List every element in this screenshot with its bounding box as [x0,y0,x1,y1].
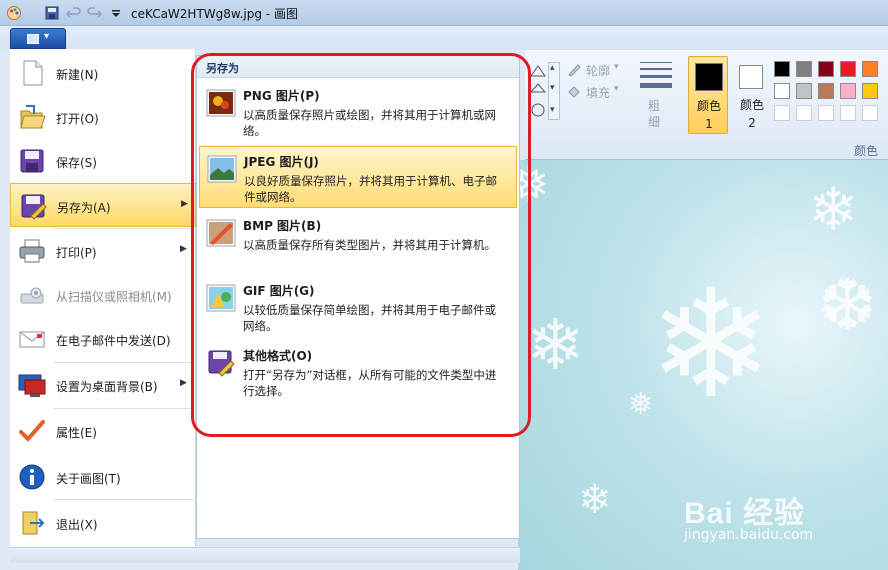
color-2-label: 颜色 2 [739,98,764,130]
color-2-button[interactable]: 颜色 2 [734,56,770,134]
palette-swatch[interactable] [862,83,878,99]
chevron-down-icon: ▾ [44,31,50,42]
snowflake-icon: ❄ [526,304,585,386]
palette-swatch[interactable] [840,61,856,77]
menu-item-from-scanner[interactable]: 从扫描仪或照相机(M) [10,273,196,317]
paint-app-icon[interactable] [6,5,22,21]
fill-chevron-icon: ▾ [614,84,619,94]
color-1-label: 颜色 1 [696,99,721,131]
palette-empty-swatch[interactable] [774,105,790,121]
exit-icon [22,511,45,535]
palette-empty-swatch[interactable] [840,105,856,121]
size-line-thin [640,62,672,63]
watermark-url: jingyan.baidu.com [684,527,814,543]
expand-gallery-icon: ▾ [550,105,555,115]
palette-empty-swatch[interactable] [796,105,812,121]
application-menu: 新建(N) 打开(O) 保存(S) 另存为(A) ▶ 打印(P) ▶ 从扫描仪或… [10,49,196,547]
palette-empty-swatch[interactable] [862,105,878,121]
colors-group-label: 颜色 [854,144,879,158]
checkmark-icon [19,420,45,442]
palette-swatch[interactable] [774,61,790,77]
watermark-logo: Bai 经验 [684,497,806,530]
annotation-highlight-ring [191,53,531,437]
shapes-gallery-icon[interactable] [528,62,550,122]
menu-item-print[interactable]: 打印(P) ▶ [10,229,196,273]
submenu-arrow-icon: ▶ [180,378,187,388]
size-label: 粗细 [648,99,661,129]
menu-item-save[interactable]: 保存(S) [10,139,196,183]
snowflake-icon: ❄ [578,477,612,523]
customize-quick-access-icon[interactable] [108,5,124,21]
palette-swatch[interactable] [774,83,790,99]
outline-button[interactable]: 轮廓 [586,62,610,79]
info-icon [19,464,45,490]
application-menu-footer [10,547,520,563]
palette-swatch[interactable] [796,83,812,99]
menu-icon [27,34,39,44]
snowflake-icon: ❆ [818,264,877,346]
new-document-icon [23,60,43,86]
size-button[interactable]: 粗细 [636,56,676,130]
menu-item-send-email[interactable]: 在电子邮件中发送(D) [10,317,196,361]
menu-item-properties[interactable]: 属性(E) [10,409,196,453]
ribbon-tab-bar [0,26,888,50]
outline-icon [568,64,581,77]
menu-separator [54,499,194,500]
menu-item-open[interactable]: 打开(O) [10,95,196,139]
palette-swatch[interactable] [796,61,812,77]
snowflake-icon: ❄ [808,175,859,245]
menu-item-new[interactable]: 新建(N) [10,51,196,95]
floppy-save-icon [20,149,44,173]
color-2-swatch [739,65,763,89]
shapes-scroll[interactable]: ▴ ▾ ▾ [548,62,560,120]
redo-icon[interactable] [86,5,102,21]
size-line-thickest [640,83,672,88]
title-bar: ceKCaW2HTWg8w.jpg - 画图 [0,0,888,26]
paint-menu-button[interactable]: ▾ [10,28,66,49]
menu-item-save-as[interactable]: 另存为(A) ▶ [10,183,196,227]
palette-swatch[interactable] [862,61,878,77]
scanner-icon [20,287,44,304]
scroll-down-icon: ▾ [550,83,555,93]
snowflake-icon: ❄ [648,258,774,432]
palette-swatch[interactable] [818,61,834,77]
save-as-icon [21,194,47,220]
window-title: ceKCaW2HTWg8w.jpg - 画图 [131,7,298,21]
fill-bucket-icon [568,86,580,98]
scroll-up-icon: ▴ [550,63,555,73]
size-line-medium [640,68,672,70]
undo-icon[interactable] [66,5,82,21]
outline-chevron-icon: ▾ [614,62,619,72]
submenu-arrow-icon: ▶ [180,244,187,254]
printer-icon [19,239,45,263]
color-1-swatch [695,63,723,91]
desktop-background-icon [18,374,46,397]
email-icon [19,331,45,348]
menu-item-exit[interactable]: 退出(X) [10,501,196,545]
color-1-button[interactable]: 颜色 1 [688,56,728,134]
open-folder-icon [20,105,46,129]
palette-empty-swatch[interactable] [818,105,834,121]
size-line-thick [640,75,672,78]
fill-button[interactable]: 填充 [586,84,610,101]
save-icon[interactable] [44,5,60,21]
menu-item-set-desktop-background[interactable]: 设置为桌面背景(B) ▶ [10,363,196,407]
menu-item-about[interactable]: 关于画图(T) [10,455,196,499]
palette-swatch[interactable] [818,83,834,99]
snowflake-icon: ❅ [628,387,654,422]
palette-swatch[interactable] [840,83,856,99]
submenu-arrow-icon: ▶ [181,199,188,209]
